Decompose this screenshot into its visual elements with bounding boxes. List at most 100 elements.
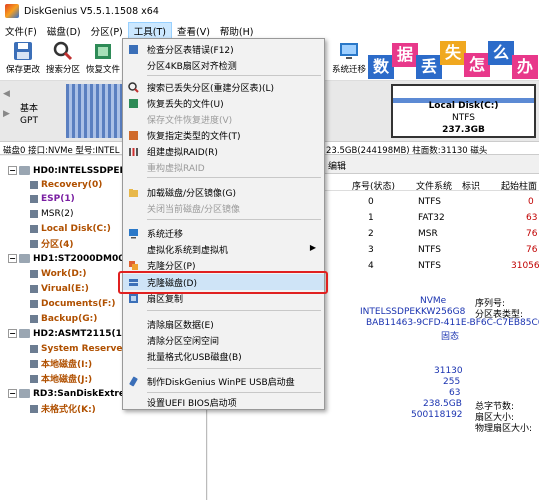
menu-item-load-image[interactable]: 加载磁盘/分区镜像(G) — [123, 184, 324, 200]
tree-partition[interactable]: 本地磁盘(I:) — [30, 357, 92, 370]
recover-files-button[interactable]: 恢复文件 — [83, 39, 123, 81]
menu-file[interactable]: 文件(F) — [0, 22, 42, 39]
partition-icon — [30, 374, 38, 383]
detail-cylinders: 31130 — [434, 366, 463, 376]
banner-char: 么 — [488, 41, 514, 65]
column-header[interactable]: 序号(状态) — [352, 179, 395, 192]
detail-heads: 255 — [443, 377, 461, 387]
tree-partition[interactable]: Virual(E:) — [30, 282, 89, 295]
tree-disk-rd3[interactable]: − RD3:SanDiskExtrem — [8, 387, 134, 400]
tree-partition[interactable]: Recovery(0) — [30, 178, 102, 191]
check-icon — [128, 44, 139, 55]
banner-char: 据 — [392, 43, 418, 67]
tree-disk-hd0[interactable]: − HD0:INTELSSDPEKK — [8, 164, 134, 177]
detail-model: INTELSSDPEKKW256G8 — [360, 307, 466, 317]
sector-copy-icon — [128, 293, 139, 304]
tree-partition[interactable]: Local Disk(C:) — [30, 222, 111, 235]
menu-item-rebuild-raid[interactable]: 重构虚拟RAID — [123, 159, 324, 175]
title-bar: DiskGenius V5.5.1.1508 x64 — [0, 0, 539, 22]
usb-icon — [128, 376, 139, 387]
menu-item-batch-format-usb[interactable]: 批量格式化USB磁盘(B) — [123, 348, 324, 364]
detail-total-sectors: 500118192 — [411, 410, 463, 420]
disk-info-left: 磁盘0 接口:NVMe 型号:INTEL — [3, 146, 120, 155]
save-changes-button[interactable]: 保存更改 — [3, 39, 43, 81]
promo-banner[interactable]: 数 据 丢 失 怎 么 办 — [366, 41, 539, 79]
window-title: DiskGenius V5.5.1.1508 x64 — [24, 5, 159, 17]
partition-size: 237.3GB — [442, 125, 485, 135]
menu-item-virtualize[interactable]: 虚拟化系统到虚拟机 ▶ — [123, 241, 324, 257]
menu-item-recover-files[interactable]: 恢复丢失的文件(U) — [123, 95, 324, 111]
search-partition-button[interactable]: 搜索分区 — [43, 39, 83, 81]
tree-disk-hd2[interactable]: − HD2:ASMT2115(119 — [8, 327, 134, 340]
recover-icon — [128, 98, 139, 109]
partition-icon — [30, 239, 38, 248]
tools-menu: 检查分区表错误(F12) 分区4KB扇区对齐检测 搜索已丢失分区(重建分区表)(… — [122, 38, 325, 410]
menu-item-build-raid[interactable]: 组建虚拟RAID(R) — [123, 143, 324, 159]
detail-interface: NVMe — [420, 296, 447, 306]
banner-char: 丢 — [416, 55, 442, 79]
disk-info-right: 23.5GB(244198MB) 柱面数:31130 磁头 — [326, 146, 488, 155]
partition-icon — [30, 344, 38, 353]
menu-tools[interactable]: 工具(T) — [127, 22, 172, 39]
search-icon — [128, 81, 139, 93]
app-logo-icon — [5, 4, 19, 18]
search-icon — [52, 41, 74, 61]
menu-item-uefi-boot[interactable]: 设置UEFI BIOS启动项 — [123, 394, 324, 410]
menu-disk[interactable]: 磁盘(D) — [42, 22, 86, 39]
menu-partition[interactable]: 分区(P) — [86, 22, 128, 39]
menu-item-save-recovery-progress[interactable]: 保存文件恢复进度(V) — [123, 111, 324, 127]
save-icon — [12, 41, 34, 61]
column-header[interactable]: 标识 — [462, 179, 480, 192]
tree-partition[interactable]: ESP(1) — [30, 192, 75, 205]
migrate-icon — [128, 228, 139, 239]
menu-bar: 文件(F) 磁盘(D) 分区(P) 工具(T) 查看(V) 帮助(H) — [0, 22, 539, 39]
disk-basic-label: 基本 — [20, 104, 39, 114]
column-header[interactable]: 文件系统 — [416, 179, 452, 192]
partition-icon — [30, 284, 38, 293]
partition-fs: NTFS — [452, 113, 475, 123]
detail-capacity: 238.5GB — [423, 399, 462, 409]
tree-disk-hd1[interactable]: − HD1:ST2000DM008 — [8, 252, 131, 265]
partition-icon — [30, 404, 38, 413]
partition-name: Local Disk(C:) — [428, 101, 499, 111]
tree-partition[interactable]: 本地磁盘(J:) — [30, 372, 92, 385]
detail-table-type-label: 分区表类型: — [475, 310, 524, 320]
menu-item-check-partition-table[interactable]: 检查分区表错误(F12) — [123, 41, 324, 57]
menu-item-4k-align[interactable]: 分区4KB扇区对齐检测 — [123, 57, 324, 73]
partition-icon — [30, 314, 38, 323]
tree-partition[interactable]: 分区(4) — [30, 237, 74, 250]
migrate-icon — [338, 41, 360, 61]
tree-partition[interactable]: Work(D:) — [30, 267, 87, 280]
partition-icon — [30, 224, 38, 233]
tab-edit[interactable]: 编辑 — [324, 158, 350, 173]
tree-partition[interactable]: MSR(2) — [30, 207, 73, 220]
disk-icon — [19, 329, 30, 338]
banner-char: 数 — [368, 55, 394, 79]
menu-item-clear-free-space[interactable]: 清除分区空闲空间 — [123, 332, 324, 348]
partition-icon — [30, 359, 38, 368]
raid-icon — [128, 146, 139, 157]
system-migrate-button[interactable]: 系统迁移 — [329, 39, 369, 81]
menu-item-make-winpe-usb[interactable]: 制作DiskGenius WinPE USB启动盘 — [123, 373, 324, 389]
disk-nav-arrows-icon[interactable]: ◀ ▶ — [3, 89, 10, 119]
menu-item-clear-sectors[interactable]: 清除扇区数据(E) — [123, 316, 324, 332]
menu-item-search-lost-partition[interactable]: 搜索已丢失分区(重建分区表)(L) — [123, 79, 324, 95]
column-header[interactable]: 起始柱面 — [501, 179, 537, 192]
partition-block-local-c[interactable]: Local Disk(C:) NTFS 237.3GB — [391, 84, 536, 138]
disk-icon — [19, 389, 30, 398]
menu-item-close-image[interactable]: 关闭当前磁盘/分区镜像 — [123, 200, 324, 216]
tree-partition[interactable]: Backup(G:) — [30, 312, 97, 325]
tree-partition[interactable]: 未格式化(K:) — [30, 402, 96, 415]
clone-partition-icon — [128, 260, 139, 271]
banner-char: 怎 — [464, 53, 490, 77]
menu-item-system-migrate[interactable]: 系统迁移 — [123, 225, 324, 241]
menu-view[interactable]: 查看(V) — [172, 22, 215, 39]
tree-partition[interactable]: Documents(F:) — [30, 297, 115, 310]
menu-item-recover-filetype[interactable]: 恢复指定类型的文件(T) — [123, 127, 324, 143]
tree-partition[interactable]: System Reserved — [30, 342, 129, 355]
filetype-icon — [128, 130, 139, 141]
partition-icon — [30, 180, 38, 189]
detail-type: 固态 — [441, 332, 460, 342]
partition-icon — [30, 299, 38, 308]
menu-help[interactable]: 帮助(H) — [215, 22, 259, 39]
